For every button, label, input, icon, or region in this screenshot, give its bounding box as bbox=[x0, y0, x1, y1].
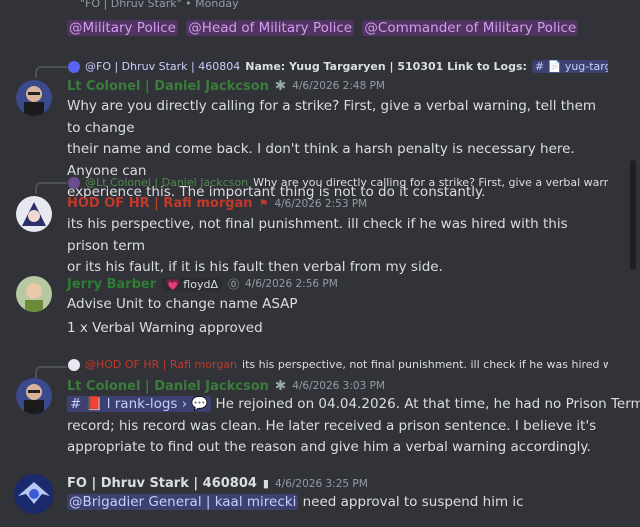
message-content: # 📕 l rank-logs › 💬 He rejoined on 04.04… bbox=[67, 394, 640, 459]
avatar-anime-icon[interactable] bbox=[16, 196, 52, 232]
timestamp[interactable]: 4/6/2026 2:53 PM bbox=[274, 198, 367, 210]
message-content: Advise Unit to change name ASAP 1 x Verb… bbox=[67, 292, 607, 340]
guild-tag-icon: ⓪ bbox=[227, 278, 239, 291]
message-header: HOD OF HR | Rafi morgan ⚑ 4/6/2026 2:53 … bbox=[67, 196, 367, 211]
message-line: Advise Unit to change name ASAP bbox=[67, 296, 298, 312]
author-name[interactable]: Lt Colonel | Daniel Jackcson bbox=[67, 79, 269, 94]
snowflake-icon: ✱ bbox=[274, 378, 287, 394]
message-header: Jerry Barber 💗 floydΔ ⓪ 4/6/2026 2:56 PM bbox=[67, 276, 338, 292]
timestamp[interactable]: 4/6/2026 2:48 PM bbox=[292, 80, 385, 92]
message-line: its his perspective, not final punishmen… bbox=[67, 216, 568, 254]
role-mention-head-military-police[interactable]: @Head of Military Police bbox=[186, 20, 355, 36]
reply-preview[interactable]: @Lt Colonel | Daniel Jackcson Why are yo… bbox=[68, 176, 608, 189]
message-header: FO | Dhruv Stark | 460804 ▮ 4/6/2026 3:2… bbox=[67, 476, 368, 491]
message-header: Lt Colonel | Daniel Jackcson ✱ 4/6/2026 … bbox=[67, 78, 385, 94]
reply-author[interactable]: @HOD OF HR | Rafi morgan bbox=[85, 358, 237, 371]
message-line: Why are you directly calling for a strik… bbox=[67, 98, 597, 136]
author-name[interactable]: FO | Dhruv Stark | 460804 bbox=[67, 476, 257, 491]
avatar-child-icon[interactable] bbox=[16, 276, 52, 312]
reply-spine bbox=[35, 182, 67, 194]
message-line: appropriate to find out the reason and g… bbox=[67, 439, 591, 455]
channel-link-chip[interactable]: # 📕 l rank-logs › 💬 bbox=[67, 396, 212, 412]
role-mentions-row: @Military Police @Head of Military Polic… bbox=[67, 20, 582, 36]
avatar-bald-man-icon[interactable] bbox=[16, 80, 52, 116]
role-mention-military-police[interactable]: @Military Police bbox=[67, 20, 178, 36]
author-name[interactable]: Jerry Barber bbox=[67, 277, 156, 292]
message-line: 1 x Verbal Warning approved bbox=[67, 320, 263, 336]
message-text: He rejoined on 04.04.2026. At that time,… bbox=[215, 396, 640, 412]
mini-avatar-icon bbox=[68, 358, 80, 371]
message-text: need approval to suspend him ic bbox=[302, 494, 524, 510]
timestamp[interactable]: 4/6/2026 2:56 PM bbox=[245, 278, 338, 290]
message-line: # 📕 l rank-logs › 💬 He rejoined on 04.04… bbox=[67, 394, 640, 416]
avatar-winged-emblem-icon[interactable] bbox=[14, 474, 54, 514]
flag-icon: ⚑ bbox=[258, 197, 269, 210]
snowflake-icon: ✱ bbox=[274, 78, 287, 94]
message-line: record; his record was clean. He later r… bbox=[67, 417, 597, 434]
phone-icon: ▮ bbox=[262, 477, 269, 490]
scrollbar[interactable] bbox=[630, 160, 636, 270]
reply-preview-text: Why are you directly calling for a strik… bbox=[253, 176, 608, 189]
role-mention-commander-military-police[interactable]: @Commander of Military Police bbox=[362, 20, 579, 36]
reply-preview[interactable]: @FO | Dhruv Stark | 460804 Name: Yuug Ta… bbox=[68, 60, 608, 73]
reply-preview[interactable]: @HOD OF HR | Rafi morgan its his perspec… bbox=[68, 358, 608, 371]
reply-preview-text: its his perspective, not final punishmen… bbox=[242, 358, 608, 371]
badge-label: 💗 floydΔ bbox=[166, 277, 218, 291]
mini-avatar-icon bbox=[68, 176, 80, 189]
user-mention[interactable]: @Brigadier General | kaal mirecki bbox=[67, 494, 299, 510]
message-content: @Brigadier General | kaal mirecki need a… bbox=[67, 492, 607, 514]
author-name[interactable]: HOD OF HR | Rafi morgan bbox=[67, 196, 253, 211]
timestamp[interactable]: 4/6/2026 3:03 PM bbox=[292, 380, 385, 392]
quoted-header: "FO | Dhruv Stark" • Monday bbox=[80, 0, 239, 10]
timestamp[interactable]: 4/6/2026 3:25 PM bbox=[275, 478, 368, 490]
reply-author[interactable]: @FO | Dhruv Stark | 460804 bbox=[85, 60, 240, 73]
reply-spine bbox=[35, 66, 67, 78]
message-header: Lt Colonel | Daniel Jackcson ✱ 4/6/2026 … bbox=[67, 378, 385, 394]
reply-spine bbox=[35, 366, 67, 378]
reply-author[interactable]: @Lt Colonel | Daniel Jackcson bbox=[85, 176, 248, 189]
mini-avatar-icon bbox=[68, 60, 80, 73]
reply-preview-text: Name: Yuug Targaryen | 510301 Link to Lo… bbox=[245, 60, 527, 73]
avatar-bald-man-icon[interactable] bbox=[16, 378, 52, 414]
author-name[interactable]: Lt Colonel | Daniel Jackcson bbox=[67, 379, 269, 394]
message-content: its his perspective, not final punishmen… bbox=[67, 214, 607, 279]
channel-link-chip[interactable]: # 📄 yug-targarye... bbox=[531, 60, 608, 73]
user-badge[interactable]: 💗 floydΔ bbox=[162, 277, 222, 291]
